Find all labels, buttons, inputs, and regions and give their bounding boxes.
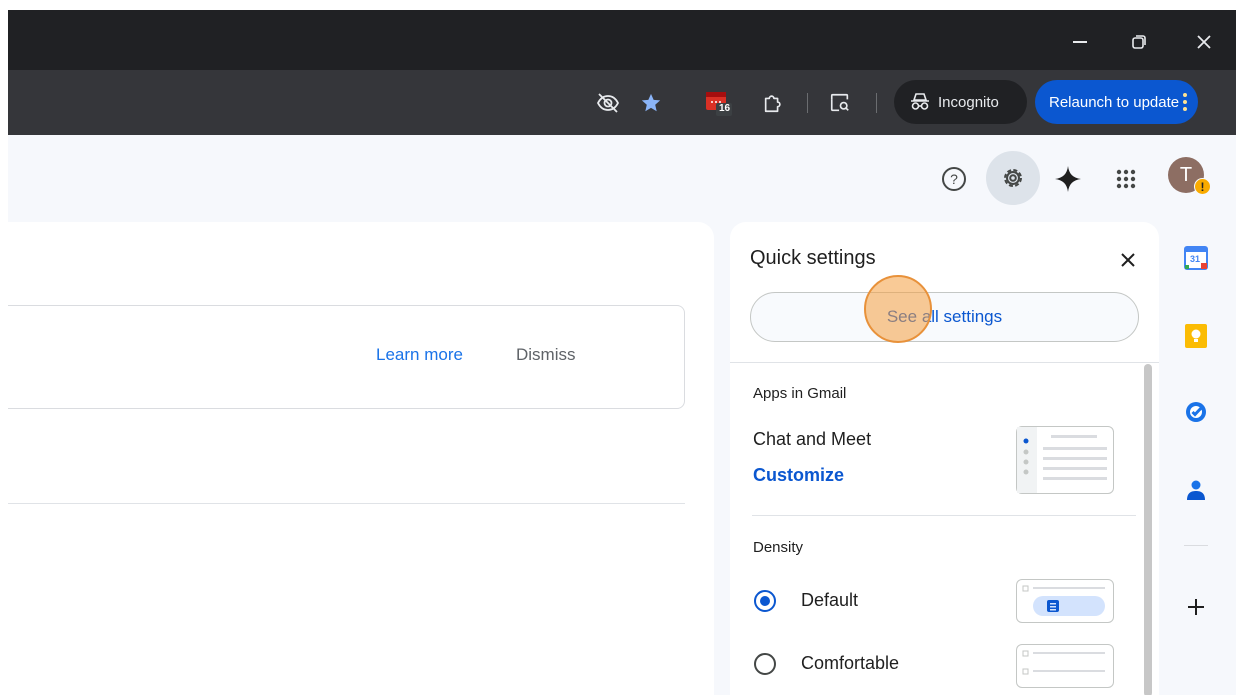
toolbar-separator: [807, 93, 808, 113]
close-icon: [1121, 253, 1135, 267]
close-quick-settings-button[interactable]: [1110, 242, 1146, 278]
density-comfortable-thumbnail: [1016, 644, 1114, 688]
gemini-sparkle-icon: [1055, 166, 1081, 192]
calendar-badge: 16: [719, 103, 731, 114]
add-addon-button[interactable]: [1178, 589, 1214, 625]
divider: [730, 362, 1159, 363]
tasks-icon: [1186, 402, 1206, 422]
restore-button[interactable]: [1121, 24, 1157, 60]
notification-banner: [0, 305, 685, 409]
minimize-icon: [1073, 41, 1087, 43]
density-default-radio[interactable]: [754, 590, 776, 612]
quick-settings-panel: Quick settings See all settings Apps in …: [730, 222, 1159, 695]
bookmark-star-icon[interactable]: [636, 88, 666, 118]
side-panel-rail: 31: [1168, 222, 1224, 695]
density-default-thumbnail: [1016, 579, 1114, 623]
minimize-button[interactable]: [1062, 24, 1098, 60]
click-indicator: [864, 275, 932, 343]
tasks-app-button[interactable]: [1178, 394, 1214, 430]
chat-meet-preview-thumbnail: [1016, 426, 1114, 494]
density-default-label[interactable]: Default: [801, 590, 858, 611]
gmail-app: ? T ! Learn more Dismiss Quick settings …: [0, 135, 1236, 695]
customize-link[interactable]: Customize: [753, 465, 844, 486]
chat-and-meet-label: Chat and Meet: [753, 429, 872, 449]
relaunch-label: Relaunch to update: [1049, 93, 1180, 111]
density-heading: Density: [753, 539, 804, 556]
plus-icon: [1188, 599, 1204, 615]
see-all-settings-button[interactable]: See all settings: [750, 292, 1139, 342]
density-comfortable-label[interactable]: Comfortable: [801, 653, 899, 674]
settings-button[interactable]: [986, 151, 1040, 205]
toolbar-separator: [876, 93, 877, 113]
window-frame-top: [0, 0, 1244, 10]
apps-in-gmail-heading: Apps in Gmail: [753, 385, 847, 402]
more-vert-icon: [1183, 93, 1187, 111]
divider: [752, 515, 1136, 516]
apps-grid-button[interactable]: [1102, 155, 1150, 203]
avatar-warning-glyph: !: [1200, 179, 1205, 194]
eye-off-icon[interactable]: [593, 88, 623, 118]
incognito-icon: [911, 93, 929, 110]
close-window-button[interactable]: [1186, 24, 1222, 60]
calendar-app-button[interactable]: 31: [1178, 240, 1214, 276]
browser-title-bar: [8, 10, 1236, 70]
keep-app-button[interactable]: [1178, 318, 1214, 354]
browser-toolbar: 16 Incognito Relaunch to update: [8, 70, 1236, 135]
contacts-app-button[interactable]: [1178, 472, 1214, 508]
gemini-button[interactable]: [1044, 155, 1092, 203]
main-content-card: Learn more Dismiss: [0, 222, 714, 695]
lens-search-icon[interactable]: [825, 88, 855, 118]
rail-divider: [1184, 545, 1208, 546]
dismiss-button[interactable]: Dismiss: [516, 345, 576, 365]
learn-more-link[interactable]: Learn more: [376, 345, 463, 365]
close-icon: [1197, 35, 1211, 49]
calendar-extension-icon[interactable]: 16: [703, 88, 733, 118]
density-comfortable-radio[interactable]: [754, 653, 776, 675]
divider: [8, 503, 685, 504]
help-button[interactable]: ?: [930, 155, 978, 203]
quick-settings-title: Quick settings: [750, 247, 876, 269]
relaunch-to-update-button[interactable]: Relaunch to update: [1035, 80, 1198, 124]
window-frame-left: [0, 0, 8, 695]
keep-icon: [1185, 324, 1207, 348]
calendar-day: 31: [1190, 254, 1201, 264]
incognito-indicator[interactable]: Incognito: [894, 80, 1027, 124]
apps-grid-icon: [1116, 169, 1136, 189]
restore-icon: [1132, 35, 1146, 49]
avatar-initial: T: [1179, 163, 1193, 186]
extensions-puzzle-icon[interactable]: [758, 88, 788, 118]
incognito-label: Incognito: [938, 93, 999, 111]
svg-text:?: ?: [950, 171, 958, 187]
help-icon: ?: [942, 167, 966, 191]
gear-icon: [1004, 169, 1022, 187]
warning-icon: !: [1194, 178, 1211, 195]
contacts-icon: [1187, 480, 1205, 500]
window-frame-right: [1236, 0, 1244, 695]
quick-settings-scrollbar[interactable]: [1144, 364, 1152, 695]
